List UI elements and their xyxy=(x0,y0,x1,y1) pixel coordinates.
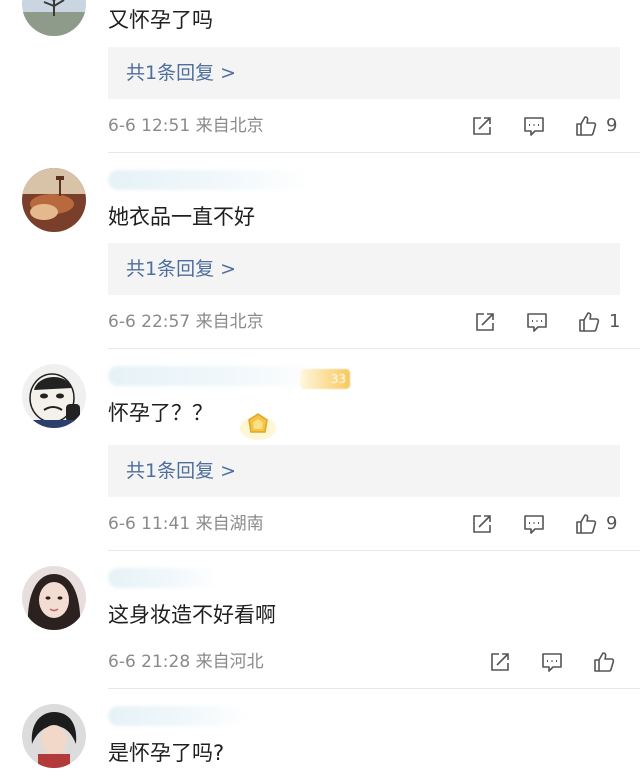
comment-icon[interactable] xyxy=(522,512,546,536)
share-icon[interactable] xyxy=(470,512,494,536)
thumbs-up-icon[interactable] xyxy=(577,310,601,334)
share-icon[interactable] xyxy=(488,650,512,674)
comment-actions: 9 xyxy=(470,114,620,140)
badge-text: 33 xyxy=(330,372,346,386)
comment-meta: 6-6 12:51 来自北京 xyxy=(108,116,264,136)
share-icon[interactable] xyxy=(470,114,494,138)
comment-meta: 6-6 11:41 来自湖南 xyxy=(108,514,264,534)
comment-meta: 6-6 22:57 来自北京 xyxy=(108,312,264,332)
comment-text: 她衣品一直不好 xyxy=(108,205,255,229)
reply-box[interactable]: 共1条回复 > xyxy=(108,47,620,99)
thumbs-up-icon[interactable] xyxy=(592,650,616,674)
username-blurred xyxy=(108,568,218,588)
comment-text: 又怀孕了吗 xyxy=(108,8,213,32)
avatar[interactable] xyxy=(22,168,86,232)
comment-text: 怀孕了？？ xyxy=(108,401,213,425)
comment-icon[interactable] xyxy=(525,310,549,334)
comment-actions: 1 xyxy=(473,310,623,336)
username-blurred xyxy=(108,366,328,386)
username-blurred xyxy=(108,706,248,726)
like-count: 9 xyxy=(606,115,618,136)
view-replies-link[interactable]: 共1条回复 > xyxy=(126,60,236,86)
reply-box[interactable]: 共1条回复 > xyxy=(108,445,620,497)
comment-actions xyxy=(488,650,628,676)
divider xyxy=(108,348,640,349)
avatar[interactable] xyxy=(22,0,86,36)
view-replies-link[interactable]: 共1条回复 > xyxy=(126,458,236,484)
avatar[interactable] xyxy=(22,704,86,768)
comment-actions: 9 xyxy=(470,512,620,538)
divider xyxy=(108,688,640,689)
comment-meta: 6-6 21:28 来自河北 xyxy=(108,652,264,672)
like-count: 1 xyxy=(609,311,621,332)
like-count: 9 xyxy=(606,513,618,534)
divider xyxy=(108,550,640,551)
medal-icon xyxy=(240,413,276,440)
username-blurred xyxy=(108,170,308,190)
thumbs-up-icon[interactable] xyxy=(574,512,598,536)
comment-icon[interactable] xyxy=(522,114,546,138)
avatar[interactable] xyxy=(22,566,86,630)
comment-text: 是怀孕了吗? xyxy=(108,741,225,765)
divider xyxy=(108,152,640,153)
avatar[interactable] xyxy=(22,364,86,428)
reply-box[interactable]: 共1条回复 > xyxy=(108,243,620,295)
comment-icon[interactable] xyxy=(540,650,564,674)
comment-text: 这身妆造不好看啊 xyxy=(108,603,276,627)
thumbs-up-icon[interactable] xyxy=(574,114,598,138)
view-replies-link[interactable]: 共1条回复 > xyxy=(126,256,236,282)
share-icon[interactable] xyxy=(473,310,497,334)
level-badge: 33 xyxy=(300,369,350,389)
